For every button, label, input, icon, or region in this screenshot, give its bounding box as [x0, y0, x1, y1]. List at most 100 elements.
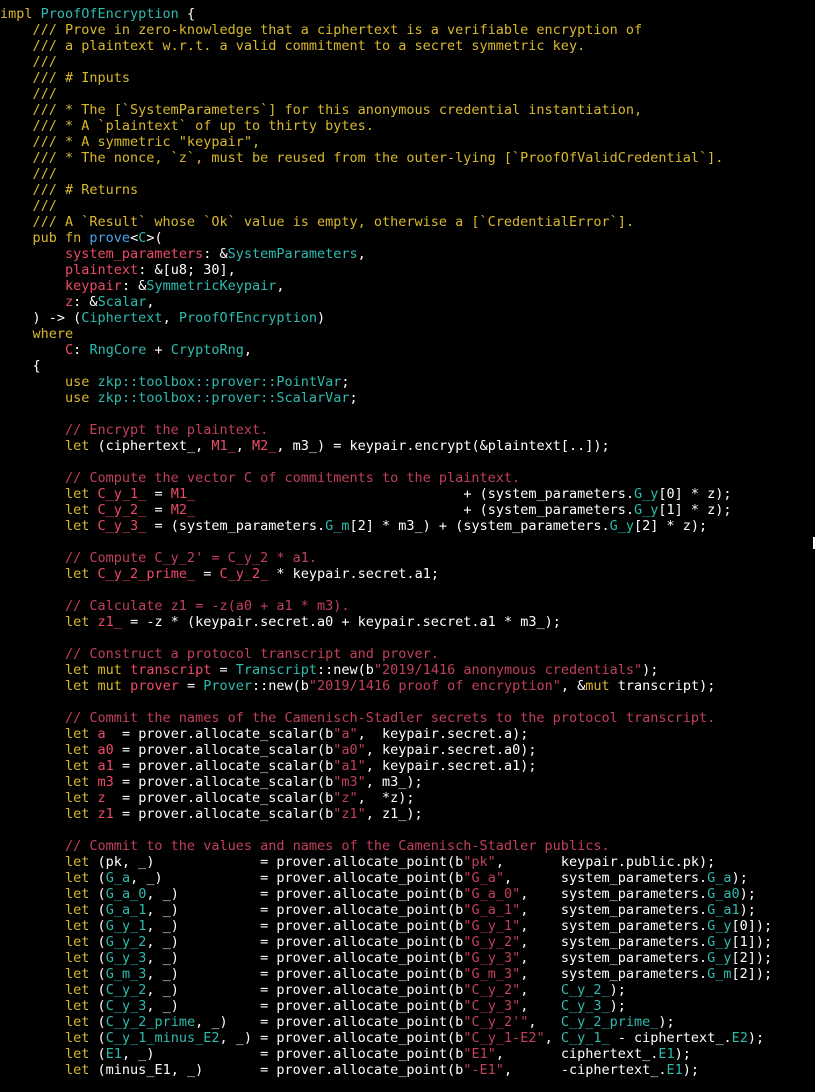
code-token: , _) = prover.allocate_point(b: [219, 1030, 464, 1046]
code-line: where: [0, 326, 815, 342]
code-token: let: [65, 950, 98, 966]
code-token: G_y: [609, 518, 635, 534]
code-editor[interactable]: impl ProofOfEncryption { /// Prove in ze…: [0, 6, 815, 1078]
code-token: system_parameters: [65, 246, 204, 262]
code-line: let a = prover.allocate_scalar(b"a", key…: [0, 726, 815, 742]
code-token: (: [97, 998, 106, 1014]
code-token: [0]);: [731, 918, 773, 934]
code-line: ///: [0, 166, 815, 182]
code-token: Scalar: [97, 294, 147, 310]
code-line: /// * A symmetric "keypair",: [0, 134, 815, 150]
code-token: /// # Returns: [0, 182, 139, 198]
code-line: let (ciphertext_, M1_, M2_, m3_) = keypa…: [0, 438, 815, 454]
code-token: "G_a_1": [463, 902, 521, 918]
code-token: "G_m_3": [463, 966, 521, 982]
code-line: // Compute the vector C of commitments t…: [0, 470, 815, 486]
code-token: ) -> (: [0, 310, 82, 326]
code-line: let (C_y_3, _) = prover.allocate_point(b…: [0, 998, 815, 1014]
code-token: (pk, _) = prover.allocate_point(b: [97, 854, 464, 870]
code-token: = prover.allocate_scalar(b: [105, 790, 334, 806]
code-token: G_a0: [707, 886, 740, 902]
code-token: =: [211, 662, 236, 678]
code-token: (: [97, 902, 106, 918]
code-line: system_parameters: &SystemParameters,: [0, 246, 815, 262]
code-token: ;: [341, 374, 350, 390]
code-token: let: [65, 758, 98, 774]
code-line: let (C_y_2_prime, _) = prover.allocate_p…: [0, 1014, 815, 1030]
code-token: , system_parameters.: [520, 902, 708, 918]
code-token: M2_: [252, 438, 277, 454]
code-token: ;: [349, 390, 358, 406]
code-line: let (G_y_2, _) = prover.allocate_point(b…: [0, 934, 815, 950]
code-token: , system_parameters.: [503, 870, 708, 886]
code-line: // Calculate z1 = -z(a0 + a1 * m3).: [0, 598, 815, 614]
code-token: [1]);: [731, 934, 773, 950]
code-token: let: [65, 726, 98, 742]
code-line: ) -> (Ciphertext, ProofOfEncryption): [0, 310, 815, 326]
code-token: = prover.allocate_scalar(b: [113, 758, 334, 774]
code-token: let: [65, 998, 98, 1014]
code-token: , keypair.secret.a1);: [365, 758, 537, 774]
code-token: a0: [97, 742, 114, 758]
code-token: );: [674, 1046, 691, 1062]
code-token: use: [65, 390, 98, 406]
code-token: , system_parameters.: [520, 918, 708, 934]
code-token: let: [65, 774, 98, 790]
code-line: let (C_y_2, _) = prover.allocate_point(b…: [0, 982, 815, 998]
code-token: [2] * z);: [634, 518, 708, 534]
code-token: C_y_1_minus_E2: [105, 1030, 220, 1046]
code-token: "2019/1416 anonymous credentials": [373, 662, 643, 678]
code-line: /// * A `plaintext` of up to thirty byte…: [0, 118, 815, 134]
code-line: /// # Inputs: [0, 70, 815, 86]
code-token: , *z);: [357, 790, 415, 806]
code-token: pub fn: [32, 230, 90, 246]
code-line: ///: [0, 198, 815, 214]
code-token: ,: [162, 310, 179, 326]
code-token: (: [97, 1014, 106, 1030]
code-token: , _) = prover.allocate_point(b: [146, 998, 464, 1014]
code-token: = prover.allocate_scalar(b: [105, 726, 334, 742]
code-token: );: [739, 902, 756, 918]
code-token: (: [97, 870, 106, 886]
code-token: C_y_1_: [97, 486, 147, 502]
code-token: (: [97, 934, 106, 950]
code-line: keypair: &SymmetricKeypair,: [0, 278, 815, 294]
code-token: let: [65, 902, 98, 918]
code-line: let mut prover = Prover::new(b"2019/1416…: [0, 678, 815, 694]
code-token: // Encrypt the plaintext.: [0, 422, 269, 438]
code-token: = prover.allocate_scalar(b: [113, 774, 334, 790]
code-token: // Compute the vector C of commitments t…: [0, 470, 521, 486]
code-line: let C_y_1_ = M1_ + (system_parameters.G_…: [0, 486, 815, 502]
code-token: C_y_3_: [97, 518, 147, 534]
code-token: "G_a": [463, 870, 504, 886]
code-token: let: [65, 1030, 98, 1046]
code-token: , keypair.secret.a);: [357, 726, 529, 742]
code-token: SymmetricKeypair: [146, 278, 277, 294]
code-token: use: [65, 374, 98, 390]
code-line: let m3 = prover.allocate_scalar(b"m3", m…: [0, 774, 815, 790]
code-token: Ciphertext: [81, 310, 163, 326]
code-token: "z1": [333, 806, 366, 822]
code-token: , system_parameters.: [520, 886, 708, 902]
code-token: ,: [146, 294, 155, 310]
code-token: , _) = prover.allocate_point(b: [146, 918, 464, 934]
code-token: , -ciphertext_.: [503, 1062, 667, 1078]
code-line: let a0 = prover.allocate_scalar(b"a0", k…: [0, 742, 815, 758]
code-token: a1: [97, 758, 114, 774]
code-token: , m3_) = keypair.encrypt(&plaintext[..])…: [276, 438, 610, 454]
code-token: "m3": [333, 774, 366, 790]
code-line: /// A `Result` whose `Ok` value is empty…: [0, 214, 815, 230]
code-token: , system_parameters.: [520, 934, 708, 950]
